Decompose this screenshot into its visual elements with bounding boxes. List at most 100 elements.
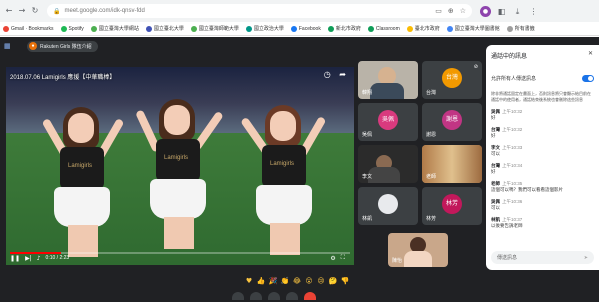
bookmark-favicon-icon	[290, 25, 297, 32]
url-text: meet.google.com/idk-qnsv-fdd	[64, 8, 145, 14]
bookmark-favicon-icon	[506, 25, 513, 32]
bookmark-favicon-icon	[145, 25, 152, 32]
bookmark-item[interactable]: 國立政治大學	[245, 25, 284, 32]
reaction-icon[interactable]: ♥	[244, 276, 254, 286]
back-icon[interactable]: ←	[4, 6, 14, 16]
clock-icon[interactable]: ◷	[324, 70, 331, 79]
dancer-left: Lamigirls	[41, 107, 125, 257]
dancer-center: Lamigirls	[135, 99, 224, 249]
bookmark-item[interactable]: 所有書籤	[506, 25, 535, 32]
allow-messages-toggle[interactable]	[582, 75, 594, 82]
reaction-icon[interactable]: 👏	[280, 276, 290, 286]
reaction-icon[interactable]: 😢	[316, 276, 326, 286]
bookmark-favicon-icon	[90, 25, 97, 32]
bookmark-item[interactable]: 國立臺北大學	[145, 25, 184, 32]
reaction-icon[interactable]: 🤔	[328, 276, 338, 286]
shared-video[interactable]: 2018.07.06 Lamigirls 應援【中華職棒】 ◷ ➦ Lamigi…	[6, 67, 354, 265]
bookmark-item[interactable]: Spotify	[60, 25, 84, 32]
self-view-tile[interactable]: 陳怡	[388, 233, 448, 267]
bookmark-label: 新北市政府	[335, 26, 361, 32]
bookmark-item[interactable]: Facebook	[290, 25, 321, 32]
call-controls	[232, 292, 322, 300]
forward-icon[interactable]: →	[17, 6, 27, 16]
bookmark-item[interactable]: Gmail · Bookmarks	[3, 25, 54, 32]
bookmark-item[interactable]: 臺北市政府	[406, 25, 440, 32]
participant-tile[interactable]: 謝恩 謝恩	[422, 103, 482, 141]
reaction-icon[interactable]: 😮	[304, 276, 314, 286]
lock-icon: 🔒	[53, 7, 61, 15]
send-icon[interactable]: ➤	[584, 255, 588, 261]
bookmark-item[interactable]: 國立臺灣大學網站	[90, 25, 139, 32]
address-bar[interactable]: 🔒 meet.google.com/idk-qnsv-fdd ▭ ⊕ ☆	[47, 4, 472, 18]
apps-icon[interactable]: ▦	[4, 42, 13, 51]
message-sender: 老師	[491, 181, 500, 186]
volume-icon[interactable]: ♪	[37, 255, 41, 262]
extensions-icon[interactable]: ◧	[496, 6, 507, 17]
participant-tile[interactable]: 林芳 林芳	[422, 187, 482, 225]
zoom-icon[interactable]: ⊕	[448, 7, 454, 15]
participant-tile[interactable]: 台灣 台灣 ⊘	[422, 61, 482, 99]
reaction-icon[interactable]: 👎	[340, 276, 350, 286]
chat-input[interactable]: 傳送訊息 ➤	[491, 251, 594, 264]
chat-message: 李文 上午10:33 可以	[491, 145, 594, 157]
message-sender: 吳佩	[491, 109, 500, 114]
bookmark-favicon-icon	[3, 25, 9, 32]
message-sender: 台灣	[491, 127, 500, 132]
participant-tile[interactable]: 老師	[422, 145, 482, 183]
star-icon[interactable]: ☆	[460, 7, 466, 15]
close-icon[interactable]: ✕	[588, 50, 593, 57]
reaction-icon[interactable]: 😂	[292, 276, 302, 286]
pause-icon[interactable]: ❚❚	[10, 255, 20, 262]
bookmark-favicon-icon	[245, 25, 252, 32]
mic-off-icon: ⊘	[473, 64, 478, 70]
fullscreen-icon[interactable]: ⛶	[341, 254, 345, 262]
meeting-chip[interactable]: ● Rakuten Girls 隊伍介紹	[27, 40, 98, 52]
reaction-icon[interactable]: 👍	[256, 276, 266, 286]
allow-messages-row: 允許所有人傳送訊息	[491, 75, 594, 82]
bookmark-item[interactable]: 國立臺灣大學圖書館	[446, 25, 500, 32]
participant-tile[interactable]: 吳佩 吳佩	[358, 103, 418, 141]
message-text: 好	[491, 133, 496, 138]
bookmark-label: Spotify	[68, 25, 84, 32]
camera-button[interactable]	[250, 292, 262, 300]
bookmark-item[interactable]: Classroom	[367, 25, 400, 32]
message-list: 吳佩 上午10:32 好台灣 上午10:32 好李文 上午10:33 可以 台灣 上午10:34…	[491, 109, 594, 229]
bookmark-label: 所有書籤	[514, 26, 535, 32]
avatar: 林芳	[442, 194, 462, 214]
present-button[interactable]	[286, 292, 298, 300]
next-icon[interactable]: ▶|	[25, 255, 32, 262]
share-icon[interactable]: ➦	[339, 70, 346, 79]
cast-icon[interactable]: ▭	[435, 7, 442, 15]
meeting-chip-label: Rakuten Girls 隊伍介紹	[40, 43, 92, 50]
bookmark-label: 臺北市政府	[414, 26, 440, 32]
leave-call-button[interactable]	[304, 292, 316, 300]
chat-notice: 除非將通話固定在畫面上，否則訊息將只會顯示給目前在通話中的使用者，通話結束後系統…	[491, 91, 591, 102]
participant-tile[interactable]: 林凱	[358, 187, 418, 225]
message-text: 以後要告訴老師	[491, 223, 523, 228]
message-sender: 林凱	[491, 217, 500, 222]
captions-button[interactable]	[268, 292, 280, 300]
bookmark-item[interactable]: 新北市政府	[327, 25, 361, 32]
avatar: 吳佩	[378, 110, 398, 130]
chat-message: 吳佩 上午10:36 可以	[491, 199, 594, 211]
panel-title: 通話中的訊息	[491, 54, 528, 60]
toggle-label: 允許所有人傳送訊息	[491, 76, 537, 82]
download-icon[interactable]: ⤓	[512, 6, 523, 17]
avatar	[378, 194, 398, 214]
reaction-icon[interactable]: 🎉	[268, 276, 278, 286]
message-text: 可以	[491, 205, 500, 210]
dancer-right: Lamigirls	[240, 105, 327, 255]
avatar: 台灣	[442, 68, 462, 88]
participant-tile[interactable]: 韓翔	[358, 61, 418, 99]
reload-icon[interactable]: ↻	[30, 6, 40, 16]
bookmark-favicon-icon	[406, 25, 413, 32]
participant-tile[interactable]: 李文	[358, 145, 418, 183]
mic-button[interactable]	[232, 292, 244, 300]
message-time: 上午10:35	[502, 181, 523, 186]
video-progress-bar[interactable]	[10, 252, 350, 254]
profile-avatar-icon[interactable]: ●	[480, 5, 491, 17]
bookmark-item[interactable]: 國立臺灣師範大學	[190, 25, 239, 32]
meet-top-bar: ▦ ● Rakuten Girls 隊伍介紹	[0, 37, 484, 55]
settings-icon[interactable]: ⚙	[330, 255, 335, 262]
menu-icon[interactable]: ⋮	[528, 6, 539, 17]
